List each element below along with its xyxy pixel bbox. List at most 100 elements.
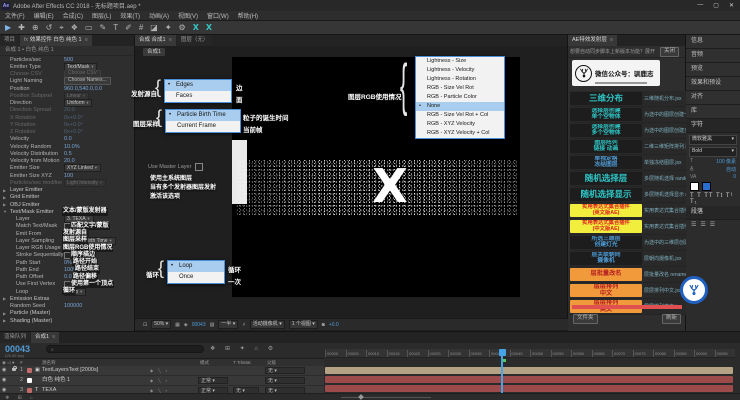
script-button-所选三维层[interactable]: 所选三维层创建灯光	[570, 236, 642, 249]
option-rgb-size-vel-rot-col[interactable]: RGB - Size Vel Rot + Col	[416, 111, 504, 120]
checkerboard-icon[interactable]: ▨	[210, 322, 215, 328]
option-lightness-velocity[interactable]: Lightness - Velocity	[416, 66, 504, 75]
property-value[interactable]: 0.5	[64, 151, 72, 157]
script-button-层层排列[interactable]: 层层排列中文	[570, 284, 642, 297]
twirl-icon[interactable]: ▶	[3, 311, 10, 316]
lock-icon[interactable]	[12, 368, 16, 371]
panel-menu-icon[interactable]: ≡	[85, 37, 88, 43]
property-value[interactable]: 0%	[64, 260, 72, 266]
playhead-handle[interactable]	[499, 349, 506, 356]
align-right-icon[interactable]: ☰	[710, 221, 715, 228]
panel-menu-icon[interactable]: ≡	[610, 37, 613, 43]
script-button-图层阵列[interactable]: 图层阵列链接 动画	[570, 140, 642, 153]
sidebar-tab-预览[interactable]: 预览	[686, 63, 740, 77]
sidebar-tab-信息[interactable]: 信息	[686, 35, 740, 49]
layer-duration-bar-1[interactable]	[325, 367, 733, 374]
property-value[interactable]: 0x+0.0°	[64, 122, 83, 128]
panel-menu-icon[interactable]: ≡	[169, 37, 172, 43]
tool-icon-2[interactable]: ⊕	[32, 23, 39, 32]
plugin-icon-0[interactable]: Ⅹ	[193, 23, 199, 32]
tab-comp-timeline[interactable]: 合成1≡	[31, 332, 59, 343]
tool-icon-4[interactable]: ⌖	[59, 23, 64, 33]
tab-project[interactable]: 项目	[0, 35, 19, 46]
align-center-icon[interactable]: ☰	[700, 221, 705, 228]
timeline-zoom-slider[interactable]	[341, 397, 431, 398]
option-faces[interactable]: Faces	[165, 91, 231, 102]
property-value[interactable]: 960.0,540.0,0.0	[64, 86, 102, 92]
layer-color-chip[interactable]	[27, 368, 32, 373]
script-button-选择层创建[interactable]: 选择层创建多个空物体	[570, 124, 642, 137]
tab-render-queue[interactable]: 渲染队列	[0, 332, 30, 343]
rgb-usage-menu[interactable]: Lightness - SizeLightness - VelocityLigh…	[415, 56, 505, 139]
twirl-icon[interactable]: ▶	[3, 296, 10, 301]
property-value[interactable]: 100000	[64, 303, 82, 309]
script-button-三维分布[interactable]: 三维分布	[570, 92, 642, 105]
resolution-dropdown[interactable]: 一半 ▾	[218, 320, 238, 329]
script-button-单独定格[interactable]: 单独定格冻结图层	[570, 156, 642, 169]
tool-icon-5[interactable]: ❖	[71, 23, 78, 32]
layer-duration-bar-2[interactable]	[325, 376, 733, 383]
option-lightness-size[interactable]: Lightness - Size	[416, 57, 504, 66]
script-button-层批量改名[interactable]: 层批量改名	[570, 268, 642, 281]
layer-switches[interactable]: ◆ ╲ ▪	[150, 376, 169, 385]
paragraph-panel-header[interactable]: 段落	[686, 206, 740, 220]
tracking-value[interactable]: 0	[733, 174, 736, 180]
script-button-随机选择显示[interactable]: 随机选择显示	[570, 188, 642, 201]
viewer-timecode[interactable]: 00043	[192, 322, 206, 328]
property-value[interactable]: 0.0	[64, 136, 72, 142]
character-panel-header[interactable]: 字符	[686, 119, 740, 133]
layer-sampling-dropdown[interactable]: •Particle Birth TimeCurrent Frame	[165, 109, 241, 133]
close-button[interactable]: ✕	[729, 2, 734, 9]
property-value[interactable]: 20.0	[64, 158, 75, 164]
use-master-layer-checkbox[interactable]	[195, 163, 203, 171]
menu-item-0[interactable]: 文件(F)	[5, 11, 25, 20]
close-notice-button[interactable]: 关闭	[660, 47, 679, 57]
expand-icon[interactable]: ❖	[5, 395, 9, 400]
property-value[interactable]: 0x+0.0°	[64, 129, 83, 135]
plugin-icon-1[interactable]: Ⅹ	[206, 23, 212, 32]
option-rgb-size-vel-rot[interactable]: RGB - Size Vel Rot	[416, 84, 504, 93]
font-family-dropdown[interactable]: 微软雅黑▾	[689, 135, 737, 145]
timeline-search-input[interactable]: ⌕	[46, 345, 204, 353]
visibility-eye-icon[interactable]: ◉	[2, 366, 6, 375]
twirl-icon[interactable]: ▶	[3, 188, 10, 193]
property-value[interactable]: 20.0	[64, 107, 75, 113]
option-rgb-xyz-velocity-col[interactable]: RGB - XYZ Velocity + Col	[416, 129, 504, 138]
channels-icon[interactable]: ◙	[322, 322, 325, 328]
stroke-color-swatch[interactable]	[702, 182, 711, 191]
view-layout-dropdown[interactable]: 1 个视图 ▾	[289, 320, 318, 329]
tool-icon-1[interactable]: ✚	[18, 23, 25, 32]
tab-layer-viewer[interactable]: 图层（无）	[177, 35, 213, 46]
menu-item-8[interactable]: 帮助(H)	[238, 11, 258, 20]
parent-dropdown[interactable]: 无 ▾	[265, 367, 305, 374]
property-value[interactable]: 10.0%	[64, 144, 80, 150]
graph-editor-icon[interactable]: ⊞	[17, 395, 21, 400]
fill-color-swatch[interactable]	[690, 182, 699, 191]
leading-value[interactable]: 自动	[726, 166, 736, 173]
tool-icon-11[interactable]: ◪	[150, 23, 158, 32]
tool-icon-3[interactable]: ↺	[46, 23, 53, 32]
option-once[interactable]: Once	[168, 272, 224, 283]
option-lightness-rotation[interactable]: Lightness - Rotation	[416, 75, 504, 84]
snapshot-icon[interactable]: ⊡	[143, 322, 147, 328]
menu-item-4[interactable]: 效果(T)	[120, 11, 140, 20]
exposure-value[interactable]: +0.0	[329, 322, 339, 328]
property-value[interactable]: 500	[64, 57, 73, 63]
menu-item-7[interactable]: 窗口(W)	[207, 11, 229, 20]
magnification-dropdown[interactable]: 50% ▾	[151, 320, 171, 329]
tab-effect-controls[interactable]: fx效果控件 白色 纯色 1≡	[20, 35, 92, 46]
tool-icon-9[interactable]: ✐	[125, 23, 132, 32]
sidebar-tab-效果和预设[interactable]: 效果和预设	[686, 77, 740, 91]
loop-dropdown[interactable]: •LoopOnce	[167, 260, 225, 284]
option-none[interactable]: •None	[416, 102, 504, 111]
tool-icon-10[interactable]: #	[139, 23, 143, 32]
panel-menu-icon[interactable]: ≡	[52, 334, 55, 340]
comp-marker-icon[interactable]: ⌂	[30, 395, 33, 400]
sidebar-tab-对齐[interactable]: 对齐	[686, 91, 740, 105]
tool-icon-8[interactable]: T	[113, 23, 118, 32]
property-value[interactable]: 0x+0.0°	[64, 115, 83, 121]
tab-script-panel[interactable]: AE特效发射层≡	[568, 35, 617, 46]
comp-breadcrumb[interactable]: 合成1	[143, 48, 165, 56]
mode-dropdown[interactable]: 正常 ▾	[198, 377, 228, 384]
property-value[interactable]: 0.0	[64, 274, 72, 280]
